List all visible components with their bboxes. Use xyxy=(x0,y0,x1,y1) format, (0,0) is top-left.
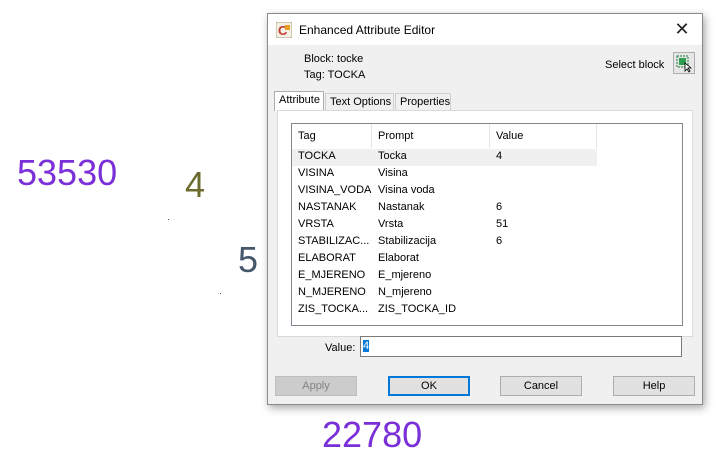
select-block-button[interactable] xyxy=(673,52,695,74)
drawing-text-22780: 22780 xyxy=(322,414,423,455)
prompt-cell: Vrsta xyxy=(378,218,404,230)
attribute-list[interactable]: Tag Prompt Value TOCKA Tocka 4 VISINA Vi… xyxy=(291,123,683,326)
column-header-value[interactable]: Value xyxy=(490,124,597,148)
attribute-panel: Tag Prompt Value TOCKA Tocka 4 VISINA Vi… xyxy=(277,110,693,337)
block-name-label: Block: tocke xyxy=(304,53,364,65)
tag-cell: NASTANAK xyxy=(298,201,357,213)
list-item[interactable]: ELABORAT Elaborat xyxy=(292,251,682,268)
tag-cell: VISINA_VODA xyxy=(298,184,372,196)
value-cell: 51 xyxy=(496,218,509,230)
list-item[interactable]: VISINA Visina xyxy=(292,166,682,183)
prompt-cell: Visina voda xyxy=(378,184,435,196)
list-item[interactable]: ZIS_TOCKA... ZIS_TOCKA_ID xyxy=(292,302,682,319)
apply-button[interactable]: Apply xyxy=(275,376,357,396)
close-button[interactable]: ✕ xyxy=(662,14,702,45)
list-item[interactable]: TOCKA Tocka 4 xyxy=(292,149,597,166)
select-block-label: Select block xyxy=(605,59,665,71)
tab-text-options[interactable]: Text Options xyxy=(325,93,394,110)
tag-cell: VRSTA xyxy=(298,218,334,230)
help-button[interactable]: Help xyxy=(613,376,695,396)
drawing-text-4: 4 xyxy=(185,164,206,205)
select-block-icon xyxy=(676,55,693,73)
tab-properties[interactable]: Properties xyxy=(395,93,451,110)
list-item[interactable]: E_MJERENO E_mjereno xyxy=(292,268,682,285)
tag-cell: VISINA xyxy=(298,167,335,179)
prompt-cell: Nastanak xyxy=(378,201,425,213)
tag-cell: ZIS_TOCKA... xyxy=(298,303,369,315)
tag-name-label: Tag: TOCKA xyxy=(304,69,366,81)
list-item[interactable]: STABILIZAC... Stabilizacija 6 xyxy=(292,234,682,251)
list-item[interactable]: VRSTA Vrsta 51 xyxy=(292,217,682,234)
value-input[interactable]: 4 xyxy=(360,336,682,357)
app-icon: C xyxy=(276,22,292,38)
tag-cell: STABILIZAC... xyxy=(298,235,370,247)
enhanced-attribute-editor-dialog: C Enhanced Attribute Editor ✕ Block: toc… xyxy=(267,13,703,405)
prompt-cell: N_mjereno xyxy=(378,286,432,298)
column-header-tag[interactable]: Tag xyxy=(292,124,372,148)
list-item[interactable]: NASTANAK Nastanak 6 xyxy=(292,200,682,217)
cancel-button[interactable]: Cancel xyxy=(500,376,582,396)
drawing-point xyxy=(220,293,221,294)
tag-cell: N_MJERENO xyxy=(298,286,366,298)
tag-cell: E_MJERENO xyxy=(298,269,366,281)
drawing-text-5: 5 xyxy=(238,239,259,280)
value-cell: 4 xyxy=(496,150,503,162)
list-item[interactable]: N_MJERENO N_mjereno xyxy=(292,285,682,302)
close-icon: ✕ xyxy=(674,19,690,39)
ok-button[interactable]: OK xyxy=(388,376,470,396)
drawing-text-53530: 53530 xyxy=(17,152,118,193)
value-input-text: 4 xyxy=(363,340,370,352)
list-item[interactable]: VISINA_VODA Visina voda xyxy=(292,183,682,200)
value-cell: 6 xyxy=(496,235,503,247)
tab-attribute[interactable]: Attribute xyxy=(274,91,324,111)
prompt-cell: ZIS_TOCKA_ID xyxy=(378,303,457,315)
prompt-cell: Tocka xyxy=(378,150,407,162)
prompt-cell: E_mjereno xyxy=(378,269,432,281)
prompt-cell: Elaborat xyxy=(378,252,419,264)
prompt-cell: Stabilizacija xyxy=(378,235,437,247)
title-bar[interactable]: C Enhanced Attribute Editor ✕ xyxy=(268,14,702,45)
tag-cell: TOCKA xyxy=(298,150,336,162)
dialog-title: Enhanced Attribute Editor xyxy=(299,23,436,37)
tag-cell: ELABORAT xyxy=(298,252,356,264)
column-header-prompt[interactable]: Prompt xyxy=(372,124,490,148)
prompt-cell: Visina xyxy=(378,167,408,179)
value-cell: 6 xyxy=(496,201,503,213)
drawing-point xyxy=(168,219,169,220)
value-label: Value: xyxy=(325,342,356,354)
